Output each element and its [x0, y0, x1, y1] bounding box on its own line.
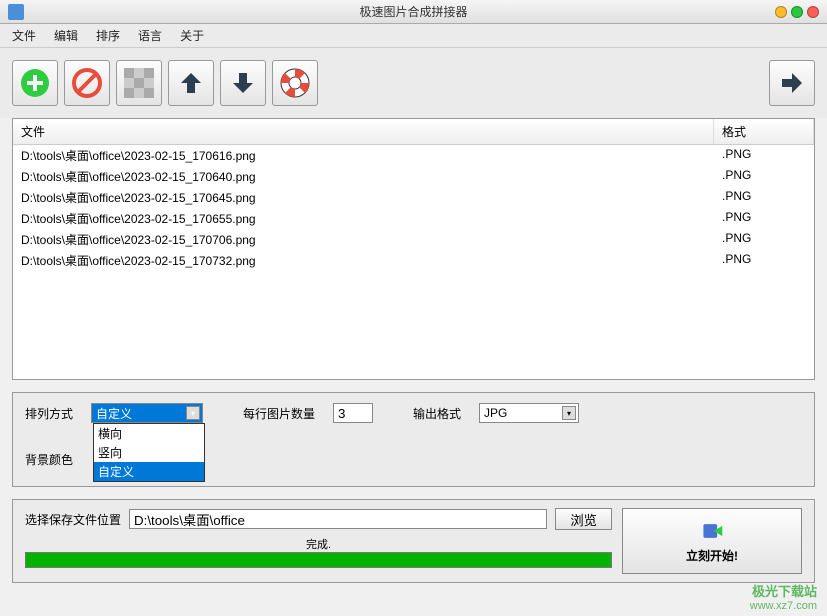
start-icon — [700, 519, 724, 543]
chevron-down-icon: ▾ — [562, 406, 576, 420]
start-button-label: 立刻开始! — [686, 547, 738, 564]
options-panel: 排列方式 自定义 ▾ 每行图片数量 输出格式 JPG ▾ 横向 竖向 自定义 背… — [12, 392, 815, 487]
remove-button[interactable] — [64, 60, 110, 106]
lifebuoy-icon — [280, 68, 310, 98]
file-format-cell: .PNG — [714, 250, 814, 271]
watermark: 极光下载站 www.xz7.com — [750, 581, 817, 612]
file-list-header: 文件 格式 — [13, 119, 814, 145]
add-button[interactable] — [12, 60, 58, 106]
progress-bar — [25, 552, 612, 568]
file-path-cell: D:\tools\桌面\office\2023-02-15_170732.png — [13, 250, 714, 271]
file-format-cell: .PNG — [714, 166, 814, 187]
output-format-value: JPG — [484, 406, 507, 420]
save-path-input[interactable] — [129, 509, 547, 529]
output-format-label: 输出格式 — [413, 405, 469, 422]
file-path-cell: D:\tools\桌面\office\2023-02-15_170640.png — [13, 166, 714, 187]
next-button[interactable] — [769, 60, 815, 106]
file-format-cell: .PNG — [714, 145, 814, 166]
watermark-text: 极光下载站 — [752, 581, 817, 600]
menu-about[interactable]: 关于 — [180, 27, 204, 44]
file-row[interactable]: D:\tools\桌面\office\2023-02-15_170645.png… — [13, 187, 814, 208]
file-path-cell: D:\tools\桌面\office\2023-02-15_170655.png — [13, 208, 714, 229]
column-file-header[interactable]: 文件 — [13, 119, 714, 144]
file-path-cell: D:\tools\桌面\office\2023-02-15_170706.png — [13, 229, 714, 250]
column-format-header[interactable]: 格式 — [714, 119, 814, 144]
file-format-cell: .PNG — [714, 229, 814, 250]
menu-sort[interactable]: 排序 — [96, 27, 120, 44]
arrow-down-icon — [229, 69, 257, 97]
file-path-cell: D:\tools\桌面\office\2023-02-15_170616.png — [13, 145, 714, 166]
maximize-button[interactable] — [791, 6, 803, 18]
file-list[interactable]: 文件 格式 D:\tools\桌面\office\2023-02-15_1706… — [12, 118, 815, 380]
menu-language[interactable]: 语言 — [138, 27, 162, 44]
arrange-select-value: 自定义 — [96, 405, 132, 422]
start-button[interactable]: 立刻开始! — [622, 508, 802, 574]
minimize-button[interactable] — [775, 6, 787, 18]
arrange-dropdown[interactable]: 横向 竖向 自定义 — [93, 423, 205, 482]
move-down-button[interactable] — [220, 60, 266, 106]
output-format-select[interactable]: JPG ▾ — [479, 403, 579, 423]
chevron-down-icon: ▾ — [186, 406, 200, 420]
move-up-button[interactable] — [168, 60, 214, 106]
arrow-up-icon — [177, 69, 205, 97]
arrange-option-horizontal[interactable]: 横向 — [94, 424, 204, 443]
clear-button[interactable] — [116, 60, 162, 106]
plus-icon — [20, 68, 50, 98]
file-row[interactable]: D:\tools\桌面\office\2023-02-15_170640.png… — [13, 166, 814, 187]
per-row-input[interactable] — [333, 403, 373, 423]
bg-color-label: 背景颜色 — [25, 451, 81, 468]
app-icon — [8, 4, 24, 20]
window-controls — [775, 6, 819, 18]
titlebar: 极速图片合成拼接器 — [0, 0, 827, 24]
forbidden-icon — [72, 68, 102, 98]
file-row[interactable]: D:\tools\桌面\office\2023-02-15_170706.png… — [13, 229, 814, 250]
toolbar — [0, 48, 827, 118]
file-row[interactable]: D:\tools\桌面\office\2023-02-15_170655.png… — [13, 208, 814, 229]
watermark-url: www.xz7.com — [750, 600, 817, 612]
arrange-select[interactable]: 自定义 ▾ — [91, 403, 203, 423]
help-button[interactable] — [272, 60, 318, 106]
arrow-right-icon — [778, 69, 806, 97]
file-format-cell: .PNG — [714, 187, 814, 208]
menu-edit[interactable]: 编辑 — [54, 27, 78, 44]
save-location-label: 选择保存文件位置 — [25, 511, 121, 528]
file-row[interactable]: D:\tools\桌面\office\2023-02-15_170616.png… — [13, 145, 814, 166]
per-row-label: 每行图片数量 — [243, 405, 323, 422]
menu-file[interactable]: 文件 — [12, 27, 36, 44]
arrange-option-custom[interactable]: 自定义 — [94, 462, 204, 481]
menubar: 文件 编辑 排序 语言 关于 — [0, 24, 827, 48]
arrange-label: 排列方式 — [25, 405, 81, 422]
window-title: 极速图片合成拼接器 — [359, 3, 467, 20]
close-button[interactable] — [807, 6, 819, 18]
file-row[interactable]: D:\tools\桌面\office\2023-02-15_170732.png… — [13, 250, 814, 271]
browse-button[interactable]: 浏览 — [555, 508, 612, 530]
file-path-cell: D:\tools\桌面\office\2023-02-15_170645.png — [13, 187, 714, 208]
file-format-cell: .PNG — [714, 208, 814, 229]
arrange-option-vertical[interactable]: 竖向 — [94, 443, 204, 462]
progress-status: 完成. — [25, 536, 612, 552]
bottom-panel: 选择保存文件位置 浏览 完成. 立刻开始! — [12, 499, 815, 583]
checker-icon — [124, 68, 154, 98]
